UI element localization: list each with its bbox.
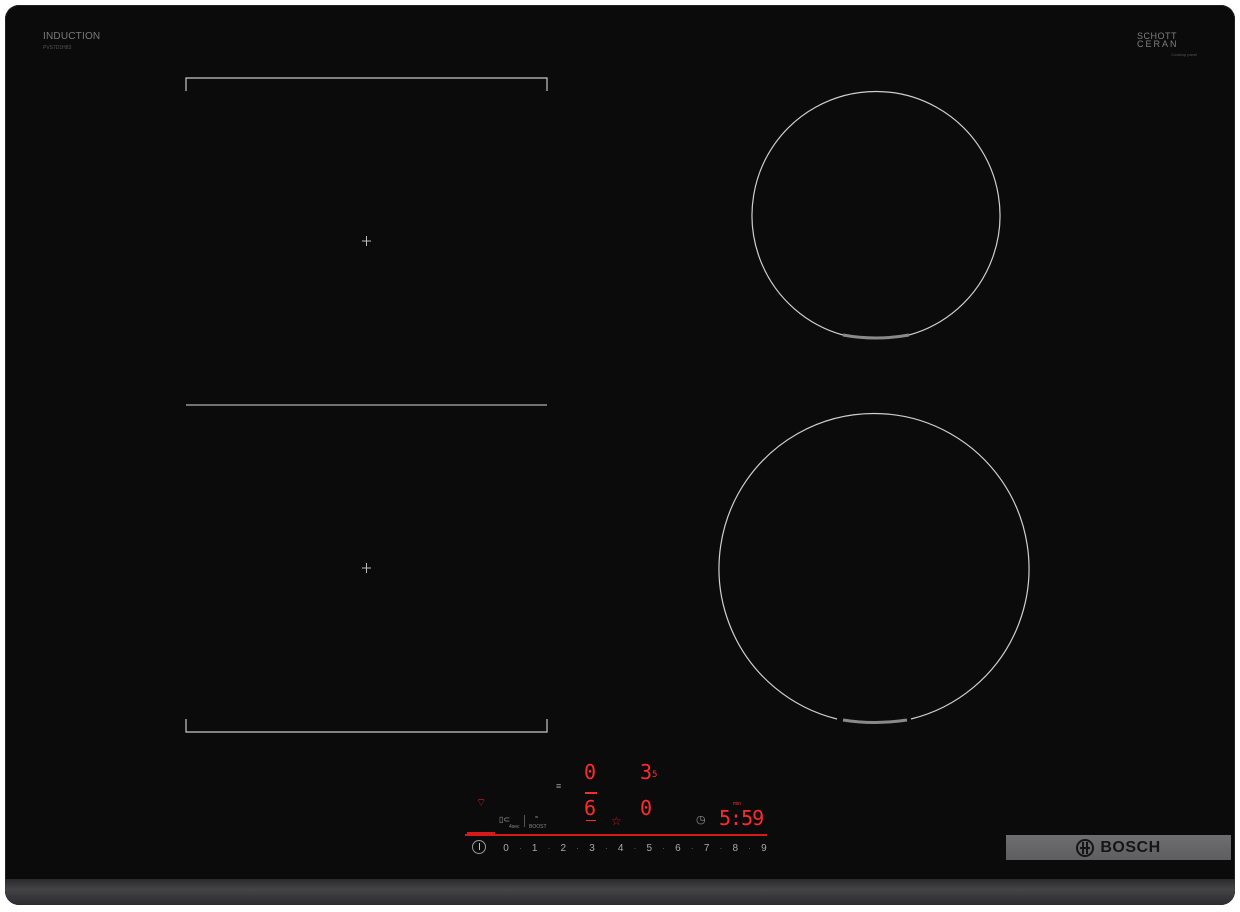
scale-step[interactable]: 8 — [729, 843, 741, 854]
pan-function-icon[interactable]: ▯⊂ — [499, 816, 510, 824]
scale-dot: · — [576, 843, 579, 853]
scale-step[interactable]: 4 — [615, 843, 627, 854]
scale-dot: · — [748, 843, 751, 853]
scale-step[interactable]: 9 — [758, 843, 770, 854]
star-icon[interactable]: ☆ — [611, 815, 622, 827]
zone-rear-right-display[interactable]: 3 — [640, 762, 652, 782]
scale-step[interactable]: 7 — [701, 843, 713, 854]
round-zone-large[interactable] — [718, 412, 1030, 724]
zone-underline — [586, 820, 596, 821]
zone-front-left-display[interactable]: 0 — [584, 762, 596, 782]
bosch-logo-plate: BOSCH — [1006, 835, 1231, 860]
scale-dot: · — [604, 843, 608, 853]
zone-bottom-right-display[interactable]: 0 — [640, 798, 652, 818]
flex-zone-top[interactable] — [185, 77, 548, 406]
round-zone-small[interactable] — [751, 90, 1001, 340]
scale-dot: · — [690, 843, 694, 853]
scale-step[interactable]: 6 — [672, 843, 684, 854]
scale-dot: · — [547, 843, 551, 853]
cooktop-glass: INDUCTION PVS7D1H83 SCHOTT CERAN Cooktop… — [5, 5, 1235, 905]
power-slider-bar[interactable] — [465, 834, 767, 836]
power-icon[interactable] — [472, 840, 486, 854]
crosshair-marker — [362, 563, 371, 573]
scale-step[interactable]: 5 — [643, 843, 655, 854]
timer-display[interactable]: 5:59 — [719, 808, 764, 828]
zone-select-indicator-icon: ≡ — [556, 781, 562, 791]
zone-selected-bar — [585, 792, 597, 794]
scale-step[interactable]: 0 — [500, 843, 512, 854]
zone-rear-right-sub: 5 — [652, 770, 658, 780]
scale-step[interactable]: 2 — [557, 843, 569, 854]
boost-label[interactable]: BOOST — [529, 824, 547, 830]
wifi-icon[interactable]: ⌔ — [476, 798, 486, 809]
scale-step[interactable]: 1 — [529, 843, 541, 854]
bosch-wordmark: BOSCH — [1100, 838, 1161, 856]
scale-step[interactable]: 3 — [586, 843, 598, 854]
cooking-zones — [185, 77, 1030, 733]
scale-dot: · — [633, 843, 637, 853]
crosshair-marker — [362, 236, 371, 246]
scale-dot: · — [719, 843, 723, 853]
scale-dot: · — [662, 843, 665, 853]
zone-bottom-left-display[interactable]: 6 — [584, 798, 596, 818]
bosch-emblem-icon — [1076, 838, 1095, 857]
flex-zone-bottom[interactable] — [185, 563, 548, 733]
front-frame-strip — [5, 879, 1235, 905]
power-slider-scale[interactable]: 0 · 1 · 2 · 3 · 4 · 5 · 6 · 7 · 8 · 9 — [500, 841, 770, 855]
scale-dot: · — [518, 843, 522, 853]
divider — [524, 815, 525, 827]
boost-icon: ≈ — [535, 815, 539, 821]
clock-icon[interactable]: ◷ — [696, 815, 706, 826]
function-time-label: 4sec — [509, 824, 520, 830]
